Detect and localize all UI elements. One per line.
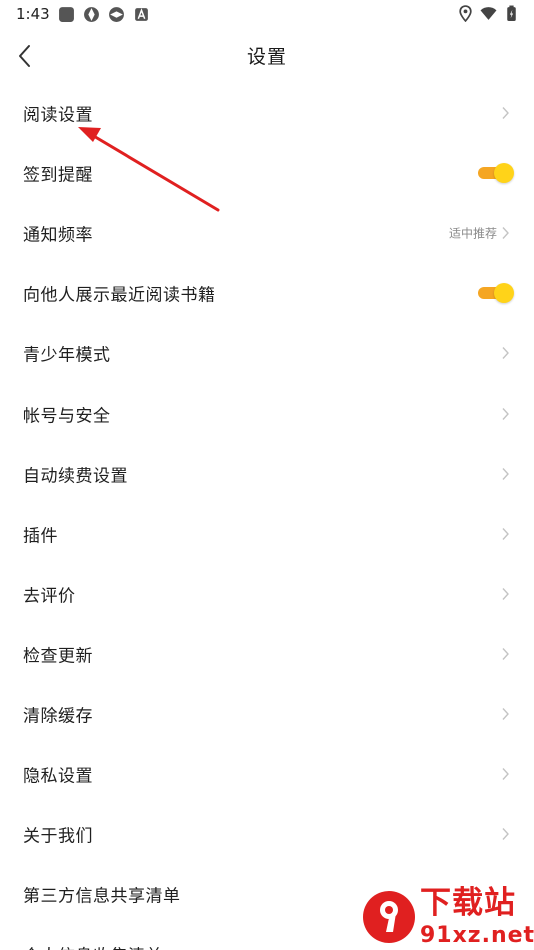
location-icon [459, 5, 472, 22]
setting-label: 检查更新 [23, 646, 93, 667]
setting-label: 个人信息收集清单 [23, 942, 163, 950]
settings-screen: 1:43 设置 阅读设置 签到提醒 通知频率 适中推荐 向他人展示最近阅读书籍 … [0, 0, 534, 950]
watermark-brand: 下载站 [420, 885, 516, 921]
chevron-right-icon [502, 708, 509, 720]
setting-label: 隐私设置 [23, 766, 93, 787]
chevron-right-icon [502, 227, 509, 240]
settings-list: 阅读设置 签到提醒 通知频率 适中推荐 向他人展示最近阅读书籍 青少年模式 帐号… [0, 83, 534, 950]
watermark: 下载站 91xz.net [354, 880, 534, 950]
setting-row-reading[interactable]: 阅读设置 [0, 83, 534, 143]
system-icons [457, 5, 520, 22]
setting-row-rate-app[interactable]: 去评价 [0, 564, 534, 624]
setting-label: 第三方信息共享清单 [23, 886, 181, 907]
setting-label: 插件 [23, 526, 58, 547]
status-time: 1:43 [16, 5, 50, 23]
chevron-right-icon [502, 347, 509, 360]
setting-label: 去评价 [23, 586, 76, 607]
setting-label: 青少年模式 [23, 345, 111, 366]
title-bar: 设置 [0, 28, 534, 84]
wifi-icon [480, 7, 497, 20]
checkin-reminder-toggle[interactable] [478, 163, 514, 184]
setting-row-check-update[interactable]: 检查更新 [0, 624, 534, 684]
setting-row-clear-cache[interactable]: 清除缓存 [0, 684, 534, 744]
toggle-thumb [494, 163, 514, 184]
a-badge-icon [135, 8, 148, 21]
chevron-right-icon [502, 647, 509, 660]
setting-row-plugins[interactable]: 插件 [0, 504, 534, 564]
chevron-right-icon [502, 407, 509, 420]
watermark-url: 91xz.net [420, 923, 534, 948]
page-title: 设置 [246, 46, 287, 68]
setting-row-privacy[interactable]: 隐私设置 [0, 744, 534, 804]
setting-label: 向他人展示最近阅读书籍 [23, 285, 216, 306]
setting-row-checkin-reminder[interactable]: 签到提醒 [0, 143, 534, 203]
aperture-icon [84, 7, 99, 22]
chevron-right-icon [502, 587, 509, 600]
setting-value: 适中推荐 [448, 226, 497, 241]
battery-icon [507, 5, 516, 21]
aperture-icon [109, 7, 124, 22]
chevron-right-icon [502, 828, 509, 841]
chevron-right-icon [502, 467, 509, 480]
notification-icons [58, 6, 150, 23]
chevron-right-icon [502, 768, 509, 781]
chevron-right-icon [502, 527, 509, 540]
show-recent-books-toggle[interactable] [478, 283, 514, 304]
setting-label: 清除缓存 [23, 706, 93, 727]
brand-logo-icon [363, 891, 415, 943]
setting-label: 自动续费设置 [23, 466, 128, 487]
setting-label: 帐号与安全 [23, 406, 111, 427]
setting-row-teen-mode[interactable]: 青少年模式 [0, 323, 534, 383]
app-square-icon [59, 7, 74, 22]
status-bar: 1:43 [0, 0, 534, 28]
setting-row-account-security[interactable]: 帐号与安全 [0, 383, 534, 443]
setting-row-auto-renewal[interactable]: 自动续费设置 [0, 444, 534, 504]
setting-label: 签到提醒 [23, 165, 93, 186]
setting-label: 通知频率 [23, 225, 93, 246]
setting-row-show-recent-books[interactable]: 向他人展示最近阅读书籍 [0, 263, 534, 323]
chevron-right-icon [502, 107, 509, 120]
setting-label: 关于我们 [23, 826, 93, 847]
setting-label: 阅读设置 [23, 105, 93, 126]
setting-row-about[interactable]: 关于我们 [0, 804, 534, 864]
setting-row-notification-frequency[interactable]: 通知频率 适中推荐 [0, 203, 534, 263]
toggle-thumb [494, 283, 514, 304]
